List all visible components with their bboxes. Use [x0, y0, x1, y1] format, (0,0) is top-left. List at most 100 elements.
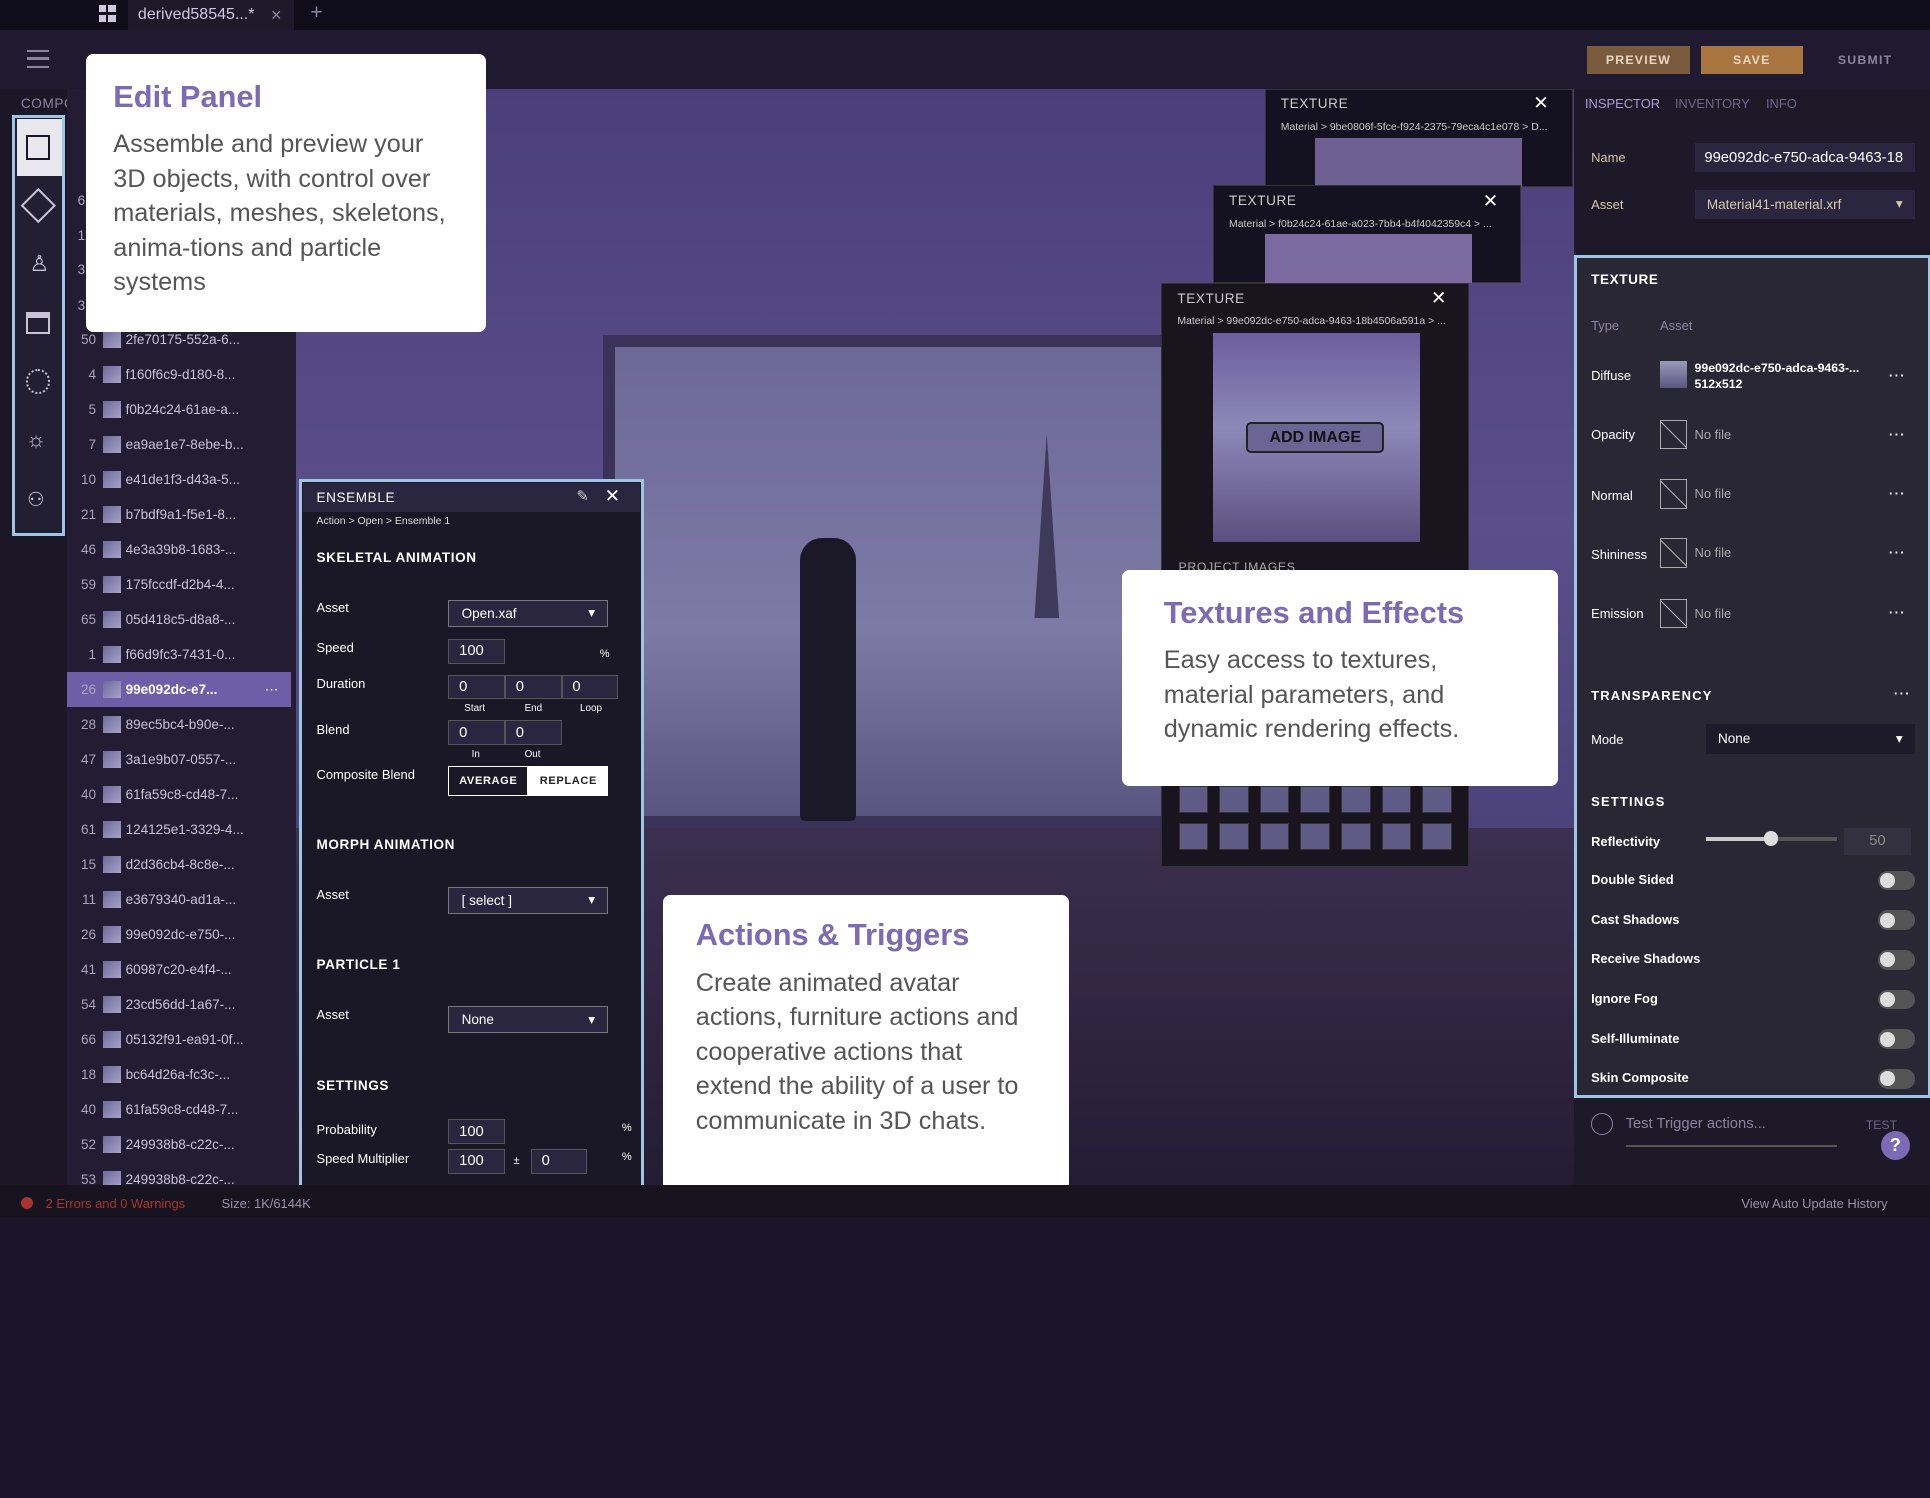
material-asset-select[interactable]: Material41-material.xrf ▾	[1694, 189, 1915, 220]
duration-start-input[interactable]: 0	[448, 674, 505, 700]
toggle-switch[interactable]	[1878, 1068, 1915, 1089]
close-tab-icon[interactable]: ×	[271, 4, 282, 26]
close-icon[interactable]: ✕	[1533, 92, 1548, 114]
more-icon[interactable]: ⋯	[1888, 602, 1906, 623]
component-row[interactable]: 46 4e3a39b8-1683-...	[67, 533, 291, 567]
project-image-thumb[interactable]	[1178, 822, 1209, 850]
add-image-button[interactable]: ADD IMAGE	[1246, 422, 1385, 454]
submit-button[interactable]: SUBMIT	[1814, 46, 1916, 74]
apps-icon[interactable]	[98, 4, 116, 23]
transparency-mode-select[interactable]: None ▾	[1705, 724, 1915, 754]
component-row[interactable]: 15 d2d36cb4-8c8e-...	[67, 847, 291, 881]
more-icon[interactable]: ⋯	[1888, 542, 1906, 563]
component-row[interactable]: 4 f160f6c9-d180-8...	[67, 358, 291, 392]
errors-link[interactable]: 2 Errors and 0 Warnings	[46, 1196, 186, 1211]
diffuse-thumbnail[interactable]	[1660, 360, 1688, 388]
more-icon[interactable]: ⋯	[265, 682, 279, 698]
project-image-thumb[interactable]	[1341, 822, 1371, 850]
shininess-file[interactable]: No file	[1660, 538, 1731, 568]
avatar[interactable]	[800, 538, 856, 822]
close-icon[interactable]: ✕	[1483, 190, 1498, 212]
project-image-thumb[interactable]	[1178, 785, 1209, 813]
more-icon[interactable]: ⋯	[1888, 424, 1906, 445]
component-row[interactable]: 47 3a1e9b07-0557-...	[67, 742, 291, 776]
component-row[interactable]: 61 124125e1-3329-4...	[67, 812, 291, 846]
auto-update-history-link[interactable]: View Auto Update History	[1741, 1196, 1887, 1211]
reflectivity-value[interactable]: 50	[1843, 827, 1912, 855]
normal-file[interactable]: No file	[1660, 479, 1731, 509]
component-row[interactable]: 41 60987c20-e4f4-...	[67, 952, 291, 986]
average-button[interactable]: AVERAGE	[448, 765, 529, 796]
component-row[interactable]: 1 f66d9fc3-7431-0...	[67, 637, 291, 671]
project-image-thumb[interactable]	[1219, 785, 1249, 813]
project-image-thumb[interactable]	[1300, 822, 1330, 850]
component-row[interactable]: 59 175fccdf-d2b4-4...	[67, 567, 291, 601]
preview-button[interactable]: PREVIEW	[1587, 45, 1690, 74]
opacity-file[interactable]: No file	[1660, 419, 1731, 450]
more-icon[interactable]: ⋯	[1888, 365, 1906, 386]
blend-out-input[interactable]: 0	[504, 720, 562, 746]
component-row[interactable]: 10 e41de1f3-d43a-5...	[67, 463, 291, 497]
component-row[interactable]: 28 89ec5bc4-b90e-...	[67, 707, 291, 741]
component-row[interactable]: 26 99e092dc-e7... ⋯	[66, 672, 291, 707]
hamburger-menu-icon[interactable]	[27, 50, 50, 68]
lighting-icon[interactable]: ☼	[26, 427, 46, 453]
project-image-thumb[interactable]	[1300, 785, 1330, 813]
test-trigger-input[interactable]: Test Trigger actions...	[1626, 1116, 1766, 1132]
component-row[interactable]: 7 ea9ae1e7-8ebe-b...	[67, 428, 291, 462]
component-row[interactable]: 40 61fa59c8-cd48-7...	[67, 777, 291, 811]
reflectivity-thumb[interactable]	[1763, 831, 1779, 847]
component-row[interactable]: 66 05132f91-ea91-0f...	[67, 1022, 291, 1056]
component-row[interactable]: 11 e3679340-ad1a-...	[67, 882, 291, 916]
replace-button[interactable]: REPLACE	[528, 765, 609, 796]
project-image-thumb[interactable]	[1381, 785, 1412, 813]
component-row[interactable]: 21 b7bdf9a1-f5e1-8...	[67, 498, 291, 532]
project-image-thumb[interactable]	[1422, 785, 1452, 813]
animation-clapper-icon[interactable]	[25, 311, 51, 334]
speed-variation-input[interactable]: 0	[530, 1148, 588, 1174]
project-image-thumb[interactable]	[1219, 822, 1249, 850]
component-row[interactable]: 52 249938b8-c22c-...	[67, 1127, 291, 1161]
toggle-switch[interactable]	[1878, 1029, 1915, 1049]
toggle-switch[interactable]	[1878, 989, 1915, 1010]
toggle-switch[interactable]	[1878, 949, 1915, 970]
component-row[interactable]: 18 bc64d26a-fc3c-...	[67, 1057, 291, 1091]
morph-asset-select[interactable]: [ select ] ▾	[448, 886, 609, 914]
component-row[interactable]: 5 f0b24c24-61ae-a...	[67, 393, 291, 427]
skeletal-asset-select[interactable]: Open.xaf ▾	[448, 599, 609, 627]
close-icon[interactable]: ✕	[605, 485, 620, 507]
component-row[interactable]: 26 99e092dc-e750-...	[67, 917, 291, 951]
duration-loop-input[interactable]: 0	[561, 674, 619, 700]
probability-input[interactable]: 100	[448, 1119, 505, 1145]
test-button[interactable]: TEST	[1866, 1118, 1897, 1132]
project-image-thumb[interactable]	[1259, 822, 1290, 850]
close-icon[interactable]: ✕	[1431, 287, 1446, 309]
project-image-thumb[interactable]	[1422, 822, 1452, 850]
component-row[interactable]: 40 61fa59c8-cd48-7...	[67, 1092, 291, 1126]
new-tab-icon[interactable]: +	[310, 1, 322, 25]
users-icon[interactable]: ⚇	[27, 488, 45, 512]
more-icon[interactable]: ⋯	[1893, 683, 1911, 704]
particle-asset-select[interactable]: None ▾	[448, 1006, 609, 1034]
tab-info[interactable]: INFO	[1766, 96, 1797, 111]
component-row[interactable]: 65 05d418c5-d8a8-...	[67, 602, 291, 636]
duration-end-input[interactable]: 0	[504, 674, 562, 700]
tab-inventory[interactable]: INVENTORY	[1675, 96, 1750, 111]
project-image-thumb[interactable]	[1259, 785, 1290, 813]
more-icon[interactable]: ⋯	[1888, 483, 1906, 504]
name-input[interactable]: 99e092dc-e750-adca-9463-18	[1694, 142, 1915, 173]
emission-file[interactable]: No file	[1660, 598, 1731, 629]
tab-inspector[interactable]: INSPECTOR	[1585, 96, 1660, 111]
blend-in-input[interactable]: 0	[448, 720, 505, 746]
pin-icon[interactable]: ✎	[576, 488, 588, 505]
component-row[interactable]: 54 23cd56dd-1a67-...	[67, 987, 291, 1021]
save-button[interactable]: SAVE	[1700, 45, 1803, 74]
skeleton-icon[interactable]: ♙	[30, 251, 50, 277]
project-image-thumb[interactable]	[1341, 785, 1371, 813]
help-button[interactable]: ?	[1880, 1130, 1911, 1161]
toggle-switch[interactable]	[1878, 910, 1915, 931]
speed-multiplier-input[interactable]: 100	[448, 1148, 505, 1174]
speed-input[interactable]: 100	[448, 639, 505, 664]
toggle-switch[interactable]	[1878, 870, 1915, 891]
project-image-thumb[interactable]	[1381, 822, 1412, 850]
